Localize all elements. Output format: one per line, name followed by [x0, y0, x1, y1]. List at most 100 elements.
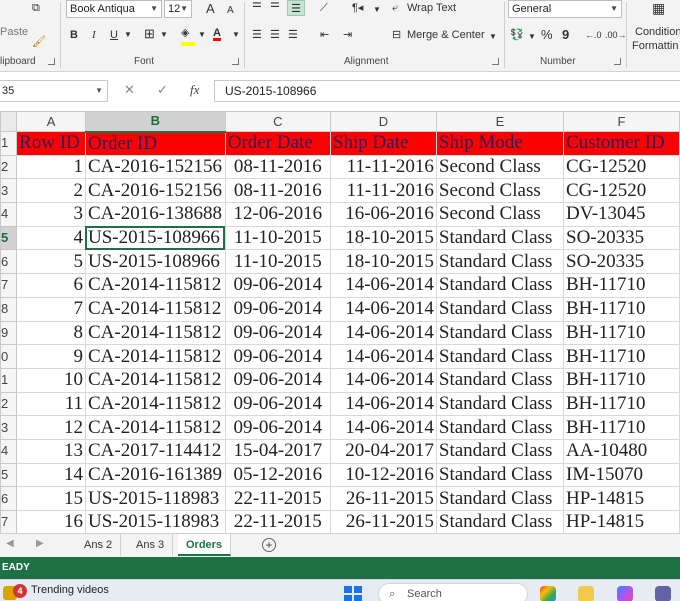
cell-order-id[interactable]: CA-2014-115812 — [84, 273, 226, 298]
italic-button[interactable]: I — [92, 27, 96, 43]
cell-ship-mode[interactable]: Standard Class — [435, 510, 565, 533]
row-header[interactable]: 1 — [0, 367, 18, 393]
header-cell-order-date[interactable]: Order Date — [224, 131, 331, 156]
merge-center-button[interactable]: Merge & Center — [407, 27, 485, 43]
cell-order-date[interactable]: 09-06-2014 — [224, 344, 331, 369]
cell-order-id[interactable]: CA-2016-152156 — [84, 178, 226, 204]
tab-orders[interactable]: Orders — [178, 534, 232, 556]
indent-dropdown-icon[interactable]: ▼ — [373, 2, 381, 18]
row-header[interactable]: 0 — [0, 344, 18, 369]
row-header[interactable]: 4 — [0, 438, 18, 464]
row-header[interactable]: 9 — [0, 320, 18, 346]
currency-icon[interactable]: 💱 — [510, 27, 524, 43]
number-format-select[interactable]: General ▼ — [508, 0, 622, 18]
shrink-font-button[interactable]: A — [227, 3, 234, 19]
cell-order-id[interactable]: US-2015-108966 — [84, 249, 226, 275]
name-box[interactable]: 35 ▼ — [0, 80, 108, 102]
cell-customer-id[interactable]: AA-10480 — [563, 438, 680, 464]
cell-ship-mode[interactable]: Standard Class — [435, 367, 565, 393]
header-cell-order-id[interactable]: Order ID — [84, 131, 226, 156]
cell-customer-id[interactable]: HP-14815 — [563, 486, 680, 511]
cell-order-date[interactable]: 08-11-2016 — [224, 178, 331, 204]
cell-order-date[interactable]: 22-11-2015 — [224, 486, 331, 511]
cell-ship-mode[interactable]: Standard Class — [435, 320, 565, 346]
row-header[interactable]: 2 — [0, 391, 18, 417]
font-name-select[interactable]: Book Antiqua ▼ — [66, 0, 162, 18]
cell-ship-date[interactable]: 11-11-2016 — [329, 154, 437, 180]
cell-order-date[interactable]: 05-12-2016 — [224, 462, 331, 488]
cell-customer-id[interactable]: DV-13045 — [563, 202, 680, 227]
teams-icon[interactable] — [655, 586, 671, 601]
alignment-launcher-icon[interactable] — [492, 58, 499, 65]
row-header[interactable]: 7 — [0, 273, 18, 298]
copilot-icon[interactable] — [617, 586, 633, 601]
cell-order-date[interactable]: 09-06-2014 — [224, 391, 331, 417]
add-sheet-button[interactable]: + — [262, 538, 276, 552]
cell-row-id[interactable]: 15 — [16, 486, 86, 511]
cell-order-id[interactable]: CA-2016-152156 — [84, 154, 226, 180]
cell-row-id[interactable]: 11 — [16, 391, 86, 417]
cell-row-id[interactable]: 5 — [16, 249, 86, 275]
cell-ship-date[interactable]: 18-10-2015 — [329, 225, 437, 251]
font-size-select[interactable]: 12 ▼ — [164, 0, 192, 18]
cell-customer-id[interactable]: BH-11710 — [563, 344, 680, 369]
paste-button[interactable]: Paste — [0, 24, 28, 40]
currency-dropdown-icon[interactable]: ▼ — [528, 29, 536, 45]
column-header-a[interactable]: A — [16, 111, 86, 132]
underline-dropdown-icon[interactable]: ▼ — [124, 27, 132, 43]
header-cell-ship-mode[interactable]: Ship Mode — [435, 131, 565, 156]
decrease-indent-icon[interactable]: ⇤ — [320, 27, 329, 43]
cell-order-id[interactable]: US-2015-118983 — [84, 486, 226, 511]
copy-icon[interactable]: ⧉ — [32, 0, 40, 16]
insert-function-button[interactable]: fx — [190, 82, 199, 98]
align-bottom-icon[interactable]: ☰ — [287, 0, 305, 16]
font-launcher-icon[interactable] — [232, 58, 239, 65]
font-color-dropdown-icon[interactable]: ▼ — [232, 27, 240, 43]
column-header-b[interactable]: B — [84, 111, 226, 133]
font-color-button[interactable]: A — [213, 25, 221, 41]
align-right-icon[interactable]: ☰ — [288, 27, 298, 43]
clipboard-launcher-icon[interactable] — [48, 58, 55, 65]
formula-input[interactable]: US-2015-108966 — [214, 80, 680, 102]
cell-ship-mode[interactable]: Standard Class — [435, 225, 565, 251]
cell-row-id[interactable]: 3 — [16, 202, 86, 227]
row-header[interactable]: 3 — [0, 178, 18, 204]
row-header[interactable]: 1 — [0, 131, 18, 156]
column-header-c[interactable]: C — [224, 111, 331, 132]
taskbar-search[interactable]: ⌕ Search — [378, 583, 528, 601]
row-header[interactable]: 2 — [0, 154, 18, 180]
cell-row-id[interactable]: 2 — [16, 178, 86, 204]
cell-row-id[interactable]: 9 — [16, 344, 86, 369]
select-all-corner[interactable] — [0, 111, 18, 132]
scroll-right-icon[interactable]: ▶ — [36, 538, 44, 549]
conditional-formatting-button-line2[interactable]: Formattin — [632, 38, 678, 54]
file-explorer-icon[interactable] — [578, 586, 594, 601]
cell-order-date[interactable]: 09-06-2014 — [224, 320, 331, 346]
cell-ship-date[interactable]: 14-06-2014 — [329, 273, 437, 298]
cell-ship-date[interactable]: 14-06-2014 — [329, 296, 437, 322]
cell-order-date[interactable]: 09-06-2014 — [224, 367, 331, 393]
cell-customer-id[interactable]: SO-20335 — [563, 249, 680, 275]
enter-icon[interactable]: ✓ — [157, 82, 168, 98]
cell-order-id[interactable]: CA-2014-115812 — [84, 344, 226, 369]
cell-ship-date[interactable]: 26-11-2015 — [329, 510, 437, 533]
header-cell-customer-id[interactable]: Customer ID — [563, 131, 680, 156]
wrap-text-button[interactable]: Wrap Text — [407, 0, 456, 16]
cell-order-id[interactable]: CA-2014-115812 — [84, 391, 226, 417]
format-painter-icon[interactable]: 🖌 — [32, 34, 46, 50]
cell-ship-date[interactable]: 10-12-2016 — [329, 462, 437, 488]
cell-ship-date[interactable]: 18-10-2015 — [329, 249, 437, 275]
cell-order-id[interactable]: CA-2014-115812 — [84, 367, 226, 393]
cell-order-date[interactable]: 09-06-2014 — [224, 273, 331, 298]
row-header[interactable]: 3 — [0, 415, 18, 440]
header-cell-row-id[interactable]: Row ID — [16, 131, 86, 156]
align-center-icon[interactable]: ☰ — [270, 27, 280, 43]
cell-ship-mode[interactable]: Standard Class — [435, 296, 565, 322]
cell-ship-date[interactable]: 14-06-2014 — [329, 320, 437, 346]
cell-row-id[interactable]: 4 — [16, 225, 86, 251]
indent-icon[interactable]: ¶◂ — [352, 0, 363, 16]
cell-ship-mode[interactable]: Standard Class — [435, 486, 565, 511]
row-header[interactable]: 6 — [0, 249, 18, 275]
cell-ship-date[interactable]: 14-06-2014 — [329, 391, 437, 417]
cell-order-id[interactable]: CA-2014-115812 — [84, 415, 226, 440]
